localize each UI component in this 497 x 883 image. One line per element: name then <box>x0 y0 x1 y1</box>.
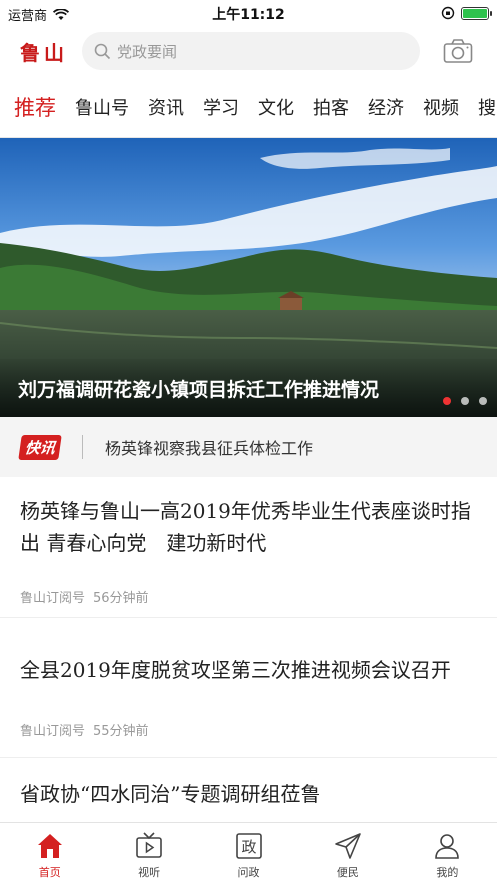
news-time: 56分钟前 <box>93 591 149 606</box>
camera-icon[interactable] <box>443 38 473 64</box>
banner-carousel[interactable]: 刘万福调研花瓷小镇项目拆迁工作推进情况 <box>0 138 497 417</box>
category-tabs: 推荐 鲁山号 资讯 学习 文化 拍客 经济 视频 搜 <box>0 76 497 138</box>
politics-glyph: 政 <box>241 838 256 856</box>
tab-search[interactable]: 搜 <box>478 94 496 120</box>
status-right <box>441 6 492 20</box>
nav-home-label: 首页 <box>38 866 61 879</box>
nav-audio-video-label: 视听 <box>138 866 161 879</box>
flash-divider <box>82 435 84 459</box>
news-item[interactable]: 杨英锋与鲁山一高2019年优秀毕业生代表座谈时指出 青春心向党 建功新时代 鲁山… <box>0 477 497 618</box>
search-input[interactable]: 党政要闻 <box>82 32 420 70</box>
status-bar: 运营商 上午11:12 <box>0 0 497 26</box>
search-placeholder: 党政要闻 <box>117 42 178 61</box>
app-logo: 鲁山 <box>20 40 68 65</box>
news-meta: 鲁山订阅号 56分钟前 <box>20 587 477 606</box>
nav-politics-label: 问政 <box>237 866 260 879</box>
paper-plane-icon <box>335 833 361 859</box>
carousel-dot[interactable] <box>479 397 487 405</box>
tab-economy[interactable]: 经济 <box>368 94 404 120</box>
carousel-indicator <box>443 397 487 405</box>
news-item[interactable]: 全县2019年度脱贫攻坚第三次推进视频会议召开 鲁山订阅号 55分钟前 <box>0 618 497 758</box>
bottom-navigation: 首页 视听 政 问政 便民 我的 <box>0 822 497 883</box>
news-title: 省政协“四水同治”专题调研组莅鲁 <box>20 782 321 806</box>
nav-services-label: 便民 <box>336 866 359 879</box>
nav-home[interactable]: 首页 <box>0 823 99 883</box>
news-time: 55分钟前 <box>93 724 149 739</box>
app-header: 鲁山 党政要闻 <box>0 26 497 76</box>
user-icon <box>435 834 460 859</box>
news-meta: 鲁山订阅号 55分钟前 <box>20 720 477 739</box>
banner-caption: 刘万福调研花瓷小镇项目拆迁工作推进情况 <box>0 359 497 417</box>
search-icon <box>94 43 111 59</box>
status-time: 上午11:12 <box>212 7 285 23</box>
tab-news[interactable]: 资讯 <box>148 94 184 120</box>
flash-news-bar[interactable]: 快讯 杨英锋视察我县征兵体检工作 <box>0 417 497 477</box>
flash-headline: 杨英锋视察我县征兵体检工作 <box>105 439 314 458</box>
flash-badge: 快讯 <box>18 434 62 460</box>
carousel-dot[interactable] <box>443 397 451 405</box>
home-icon <box>37 834 62 858</box>
carousel-dot[interactable] <box>461 397 469 405</box>
battery-icon <box>461 6 492 20</box>
tab-culture[interactable]: 文化 <box>258 94 294 120</box>
news-title: 杨英锋与鲁山一高2019年优秀毕业生代表座谈时指出 青春心向党 建功新时代 <box>20 499 471 555</box>
nav-audio-video[interactable]: 视听 <box>99 823 198 883</box>
tab-study[interactable]: 学习 <box>203 94 239 120</box>
nav-mine[interactable]: 我的 <box>398 823 497 883</box>
nav-services[interactable]: 便民 <box>298 823 397 883</box>
news-source: 鲁山订阅号 <box>20 591 86 606</box>
tab-recommend[interactable]: 推荐 <box>14 92 56 122</box>
tv-icon <box>136 832 162 858</box>
nav-mine-label: 我的 <box>436 866 459 879</box>
orientation-lock-icon <box>441 6 455 20</box>
tab-photo[interactable]: 拍客 <box>313 94 349 120</box>
news-source: 鲁山订阅号 <box>20 724 86 739</box>
tab-video[interactable]: 视频 <box>423 94 459 120</box>
news-title: 全县2019年度脱贫攻坚第三次推进视频会议召开 <box>20 658 451 682</box>
politics-icon: 政 <box>235 833 262 859</box>
news-item[interactable]: 省政协“四水同治”专题调研组莅鲁 <box>0 758 497 810</box>
tab-lushan-account[interactable]: 鲁山号 <box>75 94 129 120</box>
nav-politics[interactable]: 政 问政 <box>199 823 298 883</box>
